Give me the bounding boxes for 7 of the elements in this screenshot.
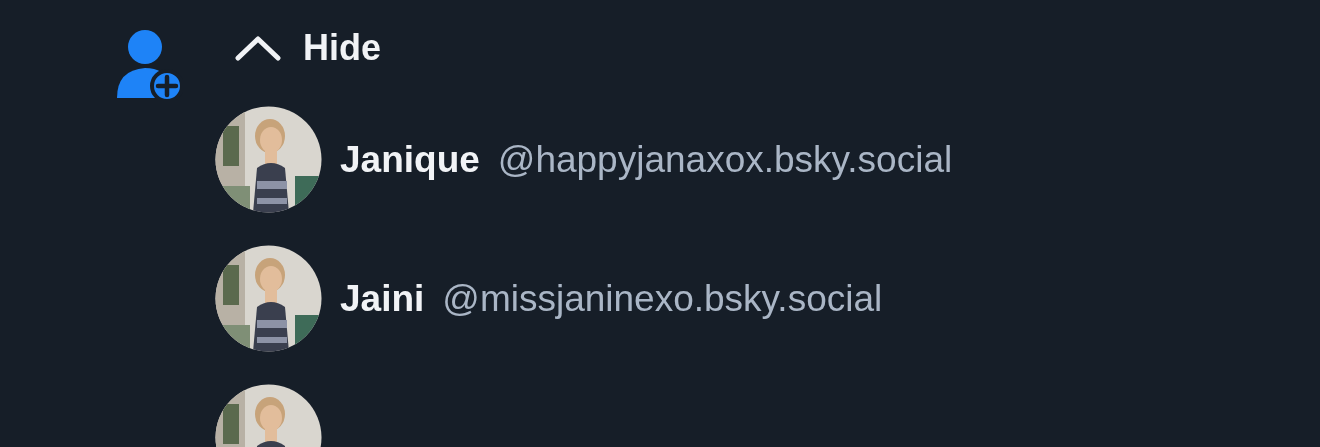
user-handle: @happyjanaxox.bsky.social [497, 138, 953, 181]
chevron-icon [235, 35, 281, 61]
add-user-icon[interactable] [115, 30, 183, 100]
user-name[interactable]: Jaini [340, 277, 425, 320]
hide-toggle[interactable]: Hide [235, 0, 381, 96]
user-handle: @missjaninexo.bsky.social [442, 277, 883, 320]
user-name[interactable]: Janique [340, 138, 480, 181]
